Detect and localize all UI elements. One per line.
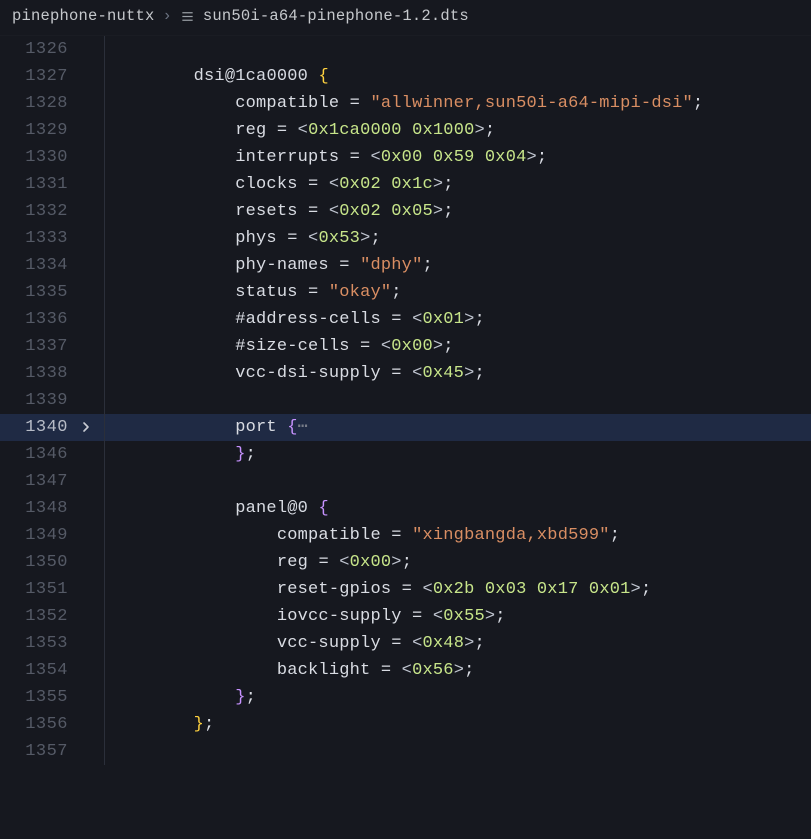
code-line: 1354 backlight = <0x56>;: [0, 657, 811, 684]
code-line: 1355 };: [0, 684, 811, 711]
line-number: 1355: [0, 684, 74, 711]
breadcrumb-folder[interactable]: pinephone-nuttx: [12, 4, 155, 29]
code-line: 1335 status = "okay";: [0, 279, 811, 306]
code-content: dsi@1ca0000 {: [152, 63, 811, 90]
code-line: 1353 vcc-supply = <0x48>;: [0, 630, 811, 657]
code-line: 1339: [0, 387, 811, 414]
line-number: 1338: [0, 360, 74, 387]
code-line: 1349 compatible = "xingbangda,xbd599";: [0, 522, 811, 549]
line-number: 1331: [0, 171, 74, 198]
line-number: 1340: [0, 414, 74, 441]
line-number: 1348: [0, 495, 74, 522]
code-line: 1348 panel@0 {: [0, 495, 811, 522]
code-line: 1350 reg = <0x00>;: [0, 549, 811, 576]
code-line: 1330 interrupts = <0x00 0x59 0x04>;: [0, 144, 811, 171]
line-number: 1349: [0, 522, 74, 549]
line-number: 1335: [0, 279, 74, 306]
line-number: 1332: [0, 198, 74, 225]
code-line: 1333 phys = <0x53>;: [0, 225, 811, 252]
line-number: 1336: [0, 306, 74, 333]
code-line: 1329 reg = <0x1ca0000 0x1000>;: [0, 117, 811, 144]
code-line: 1332 resets = <0x02 0x05>;: [0, 198, 811, 225]
code-line: 1334 phy-names = "dphy";: [0, 252, 811, 279]
code-line: 1336 #address-cells = <0x01>;: [0, 306, 811, 333]
line-number: 1329: [0, 117, 74, 144]
line-number: 1330: [0, 144, 74, 171]
code-line: 1331 clocks = <0x02 0x1c>;: [0, 171, 811, 198]
file-icon: [180, 9, 195, 24]
line-number: 1339: [0, 387, 74, 414]
breadcrumb-separator-icon: ›: [163, 4, 172, 29]
line-number: 1346: [0, 441, 74, 468]
line-number: 1354: [0, 657, 74, 684]
code-editor[interactable]: 1326 1327 dsi@1ca0000 { 1328 compatible …: [0, 36, 811, 765]
line-number: 1356: [0, 711, 74, 738]
line-number: 1352: [0, 603, 74, 630]
code-line: 1328 compatible = "allwinner,sun50i-a64-…: [0, 90, 811, 117]
line-number: 1351: [0, 576, 74, 603]
indent-guide: [98, 36, 152, 63]
line-number: 1333: [0, 225, 74, 252]
code-line-active: 1340 port {⋯: [0, 414, 811, 441]
line-number: 1328: [0, 90, 74, 117]
fold-toggle[interactable]: [74, 421, 98, 433]
code-line: 1327 dsi@1ca0000 {: [0, 63, 811, 90]
folded-code-icon[interactable]: ⋯: [298, 418, 308, 437]
code-line: 1338 vcc-dsi-supply = <0x45>;: [0, 360, 811, 387]
line-number: 1334: [0, 252, 74, 279]
line-number: 1357: [0, 738, 74, 765]
code-line: 1337 #size-cells = <0x00>;: [0, 333, 811, 360]
code-line: 1357: [0, 738, 811, 765]
code-line: 1347: [0, 468, 811, 495]
line-number: 1347: [0, 468, 74, 495]
code-line: 1326: [0, 36, 811, 63]
line-number: 1350: [0, 549, 74, 576]
line-number: 1337: [0, 333, 74, 360]
code-line: 1351 reset-gpios = <0x2b 0x03 0x17 0x01>…: [0, 576, 811, 603]
line-number: 1326: [0, 36, 74, 63]
code-line: 1352 iovcc-supply = <0x55>;: [0, 603, 811, 630]
code-line: 1346 };: [0, 441, 811, 468]
chevron-right-icon: [80, 421, 92, 433]
breadcrumb: pinephone-nuttx › sun50i-a64-pinephone-1…: [0, 0, 811, 36]
breadcrumb-file[interactable]: sun50i-a64-pinephone-1.2.dts: [203, 4, 469, 29]
line-number: 1327: [0, 63, 74, 90]
line-number: 1353: [0, 630, 74, 657]
code-line: 1356 };: [0, 711, 811, 738]
